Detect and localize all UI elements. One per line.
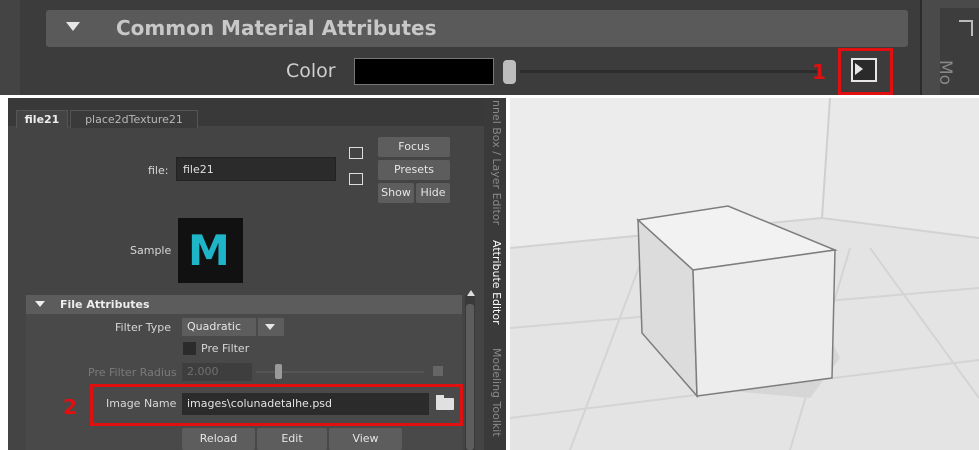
pre-filter-radius-label: Pre Filter Radius — [88, 366, 177, 379]
view-button[interactable]: View — [329, 428, 402, 450]
presets-button[interactable]: Presets — [378, 160, 450, 180]
pre-filter-radius-slider-handle[interactable] — [275, 364, 282, 379]
edit-button[interactable]: Edit — [257, 428, 327, 450]
show-button[interactable]: Show — [378, 183, 414, 203]
collapse-triangle-icon[interactable] — [35, 301, 45, 307]
highlight-box-2 — [90, 384, 463, 426]
filter-type-select[interactable]: Quadratic — [182, 318, 256, 336]
panel-corner-icon — [959, 20, 973, 36]
scroll-up-arrow-icon[interactable] — [467, 290, 475, 296]
sample-label: Sample — [130, 244, 172, 257]
annotation-marker-1: 1 — [812, 60, 826, 84]
maya-logo-icon: M — [188, 226, 230, 275]
pre-filter-checkbox[interactable] — [183, 342, 196, 355]
file-attributes-title: File Attributes — [60, 298, 150, 311]
color-label: Color — [286, 60, 336, 82]
filter-type-label: Filter Type — [115, 321, 172, 334]
chevron-down-icon — [265, 324, 275, 330]
input-connections-icon[interactable] — [349, 147, 363, 159]
reload-button[interactable]: Reload — [182, 428, 255, 450]
3d-viewport[interactable] — [510, 98, 979, 450]
collapse-triangle-icon[interactable] — [66, 22, 80, 31]
viewport-scene — [510, 98, 979, 450]
hide-button[interactable]: Hide — [416, 183, 450, 203]
output-connections-icon[interactable] — [349, 173, 363, 185]
highlight-box-1 — [838, 48, 893, 95]
pre-filter-radius-field[interactable]: 2.000 — [182, 363, 252, 381]
file-name-field[interactable]: file21 — [176, 157, 336, 181]
tab-attribute-editor[interactable]: Attribute Editor — [490, 240, 503, 325]
annotation-marker-2: 2 — [63, 395, 77, 419]
tab-file21[interactable]: file21 — [16, 110, 68, 128]
focus-button[interactable]: Focus — [378, 137, 450, 157]
pre-filter-label: Pre Filter — [201, 342, 250, 355]
map-button-icon[interactable] — [433, 366, 443, 376]
file-label: file: — [148, 164, 169, 177]
section-title: Common Material Attributes — [116, 16, 437, 40]
cube-right-face — [692, 249, 836, 397]
color-swatch[interactable] — [354, 58, 494, 85]
panel-edge — [0, 0, 20, 95]
tab-channel-box-layer-editor[interactable]: nnel Box / Layer Editor — [490, 100, 503, 225]
scrollbar-thumb[interactable] — [466, 304, 474, 450]
color-slider-handle[interactable] — [503, 60, 516, 84]
color-slider-track[interactable] — [520, 70, 820, 73]
side-tab-label[interactable]: Mo — [935, 60, 955, 85]
tab-modeling-toolkit[interactable]: Modeling Toolkit — [490, 348, 503, 437]
tab-place2dtexture21[interactable]: place2dTexture21 — [70, 110, 198, 128]
divider — [0, 98, 8, 450]
